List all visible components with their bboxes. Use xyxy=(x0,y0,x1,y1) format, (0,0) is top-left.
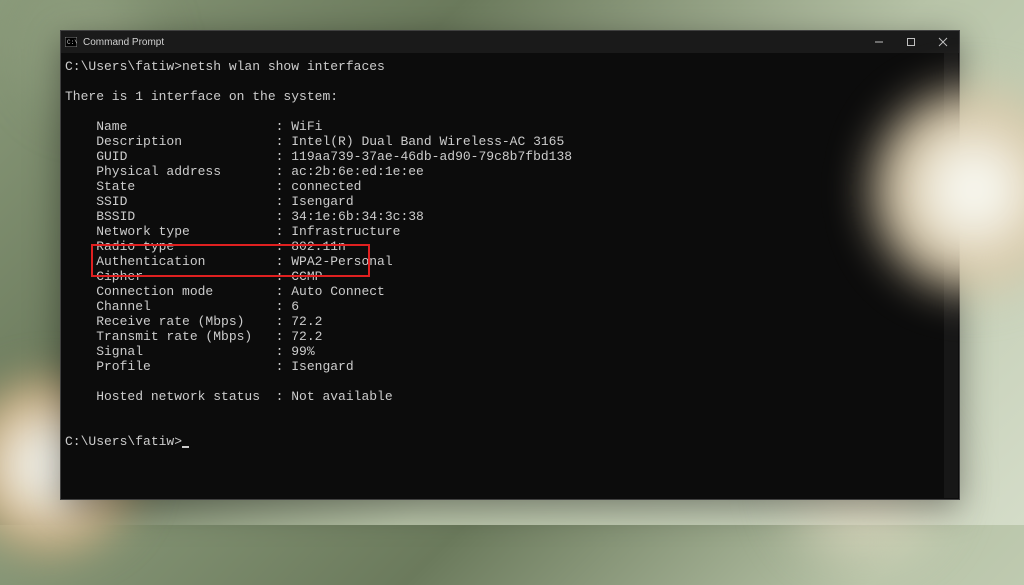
close-button[interactable] xyxy=(927,31,959,53)
minimize-button[interactable] xyxy=(863,31,895,53)
maximize-button[interactable] xyxy=(895,31,927,53)
command-prompt-window: C:\ Command Prompt C:\Users\fatiw>netsh … xyxy=(60,30,960,500)
svg-text:C:\: C:\ xyxy=(67,39,77,46)
terminal-output[interactable]: C:\Users\fatiw>netsh wlan show interface… xyxy=(61,53,959,499)
scrollbar[interactable] xyxy=(944,53,958,498)
titlebar[interactable]: C:\ Command Prompt xyxy=(61,31,959,53)
cmd-icon: C:\ xyxy=(65,37,77,47)
window-controls xyxy=(863,31,959,53)
window-title: Command Prompt xyxy=(83,37,164,48)
cursor xyxy=(182,446,189,448)
